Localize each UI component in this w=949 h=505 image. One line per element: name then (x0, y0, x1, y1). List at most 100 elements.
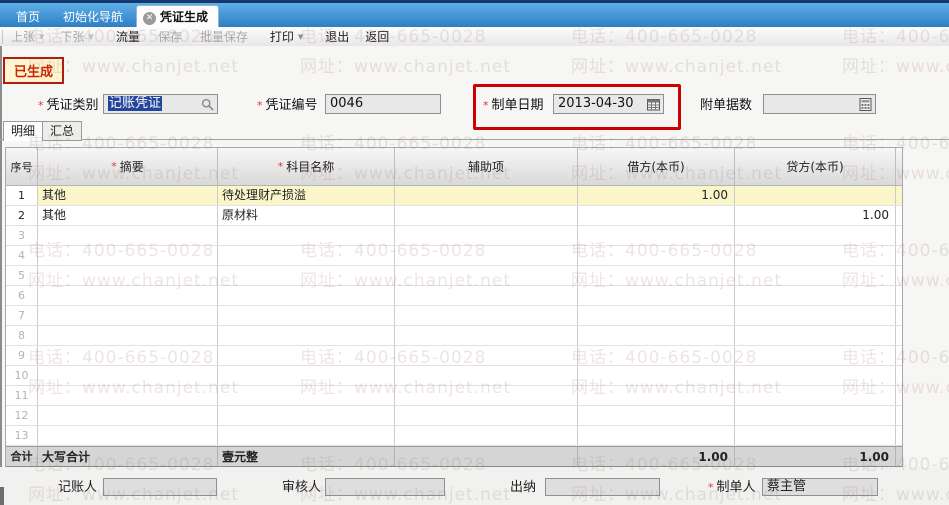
cell-account[interactable] (218, 226, 395, 245)
cell-aux[interactable] (395, 426, 578, 445)
cell-account[interactable] (218, 406, 395, 425)
reviewer-input[interactable] (325, 478, 445, 496)
cell-debit[interactable]: 1.00 (578, 186, 735, 205)
cell-credit[interactable]: 1.00 (735, 206, 896, 225)
tab-home[interactable]: 首页 (8, 7, 48, 27)
tab-detail[interactable]: 明细 (3, 121, 44, 141)
cell-credit[interactable] (735, 286, 896, 305)
save-button[interactable]: 保存 (158, 28, 182, 45)
cell-account[interactable] (218, 266, 395, 285)
cell-debit[interactable] (578, 426, 735, 445)
cell-account[interactable] (218, 426, 395, 445)
table-row[interactable]: 10 (6, 366, 902, 386)
table-row[interactable]: 6 (6, 286, 902, 306)
tab-init-navigation[interactable]: 初始化导航 (55, 7, 131, 27)
cell-debit[interactable] (578, 226, 735, 245)
cell-account[interactable] (218, 386, 395, 405)
cell-summary[interactable] (38, 386, 218, 405)
exit-button[interactable]: 退出 (325, 28, 349, 45)
cell-account[interactable]: 待处理财产损溢 (218, 186, 395, 205)
cell-summary[interactable] (38, 306, 218, 325)
cell-summary[interactable] (38, 226, 218, 245)
calculator-icon[interactable] (859, 98, 872, 111)
table-row[interactable]: 4 (6, 246, 902, 266)
cell-credit[interactable] (735, 386, 896, 405)
cell-aux[interactable] (395, 226, 578, 245)
close-tab-icon[interactable]: ✕ (143, 12, 156, 25)
cell-aux[interactable] (395, 326, 578, 345)
table-row[interactable]: 2 其他 原材料 1.00 (6, 206, 902, 226)
cell-credit[interactable] (735, 306, 896, 325)
cell-aux[interactable] (395, 346, 578, 365)
table-row[interactable]: 8 (6, 326, 902, 346)
cell-aux[interactable] (395, 286, 578, 305)
cell-aux[interactable] (395, 206, 578, 225)
cell-account[interactable] (218, 366, 395, 385)
cell-summary[interactable] (38, 406, 218, 425)
cell-account[interactable] (218, 346, 395, 365)
cell-debit[interactable] (578, 266, 735, 285)
back-button[interactable]: 返回 (365, 28, 389, 45)
cell-debit[interactable] (578, 246, 735, 265)
cell-debit[interactable] (578, 386, 735, 405)
table-row[interactable]: 11 (6, 386, 902, 406)
cell-aux[interactable] (395, 306, 578, 325)
cell-credit[interactable] (735, 326, 896, 345)
table-row[interactable]: 3 (6, 226, 902, 246)
calendar-icon[interactable] (647, 98, 660, 111)
cell-summary[interactable] (38, 366, 218, 385)
cell-summary[interactable] (38, 266, 218, 285)
cell-debit[interactable] (578, 306, 735, 325)
cell-summary[interactable]: 其他 (38, 186, 218, 205)
tab-voucher-generation[interactable]: ✕ 凭证生成 (136, 5, 220, 28)
cell-credit[interactable] (735, 186, 896, 205)
cell-debit[interactable] (578, 366, 735, 385)
cell-account[interactable]: 原材料 (218, 206, 395, 225)
attachments-input[interactable] (763, 94, 876, 114)
cell-aux[interactable] (395, 366, 578, 385)
table-row[interactable]: 9 (6, 346, 902, 366)
cell-debit[interactable] (578, 206, 735, 225)
cell-credit[interactable] (735, 246, 896, 265)
doc-date-input[interactable]: 2013-04-30 (553, 94, 664, 114)
table-row[interactable]: 1 其他 待处理财产损溢 1.00 (6, 186, 902, 206)
batch-save-button[interactable]: 批量保存 (200, 28, 248, 45)
cell-credit[interactable] (735, 426, 896, 445)
cell-summary[interactable] (38, 286, 218, 305)
cell-credit[interactable] (735, 346, 896, 365)
cell-debit[interactable] (578, 406, 735, 425)
cell-aux[interactable] (395, 186, 578, 205)
bookkeeper-input[interactable] (103, 478, 217, 496)
cell-credit[interactable] (735, 266, 896, 285)
cell-credit[interactable] (735, 226, 896, 245)
cell-credit[interactable] (735, 406, 896, 425)
table-row[interactable]: 5 (6, 266, 902, 286)
cell-summary[interactable] (38, 246, 218, 265)
cell-summary[interactable] (38, 326, 218, 345)
cell-summary[interactable] (38, 346, 218, 365)
cell-aux[interactable] (395, 386, 578, 405)
cell-account[interactable] (218, 326, 395, 345)
cell-summary[interactable] (38, 426, 218, 445)
cell-credit[interactable] (735, 366, 896, 385)
preparer-input[interactable]: 蔡主管 (762, 478, 878, 496)
cell-debit[interactable] (578, 346, 735, 365)
voucher-no-input[interactable]: 0046 (325, 94, 441, 114)
previous-voucher-button[interactable]: 上张 ▼ (11, 28, 44, 45)
cell-aux[interactable] (395, 406, 578, 425)
magnifier-icon[interactable] (201, 98, 214, 111)
cell-summary[interactable]: 其他 (38, 206, 218, 225)
cell-account[interactable] (218, 286, 395, 305)
table-row[interactable]: 7 (6, 306, 902, 326)
tab-summary[interactable]: 汇总 (42, 121, 83, 141)
table-row[interactable]: 12 (6, 406, 902, 426)
cash-flow-button[interactable]: 流量 (116, 28, 140, 45)
cell-aux[interactable] (395, 246, 578, 265)
cell-account[interactable] (218, 246, 395, 265)
cell-account[interactable] (218, 306, 395, 325)
cashier-input[interactable] (545, 478, 660, 496)
print-button[interactable]: 打印 ▼ (270, 28, 303, 45)
next-voucher-button[interactable]: 下张 ▼ (60, 28, 93, 45)
cell-debit[interactable] (578, 326, 735, 345)
cell-aux[interactable] (395, 266, 578, 285)
